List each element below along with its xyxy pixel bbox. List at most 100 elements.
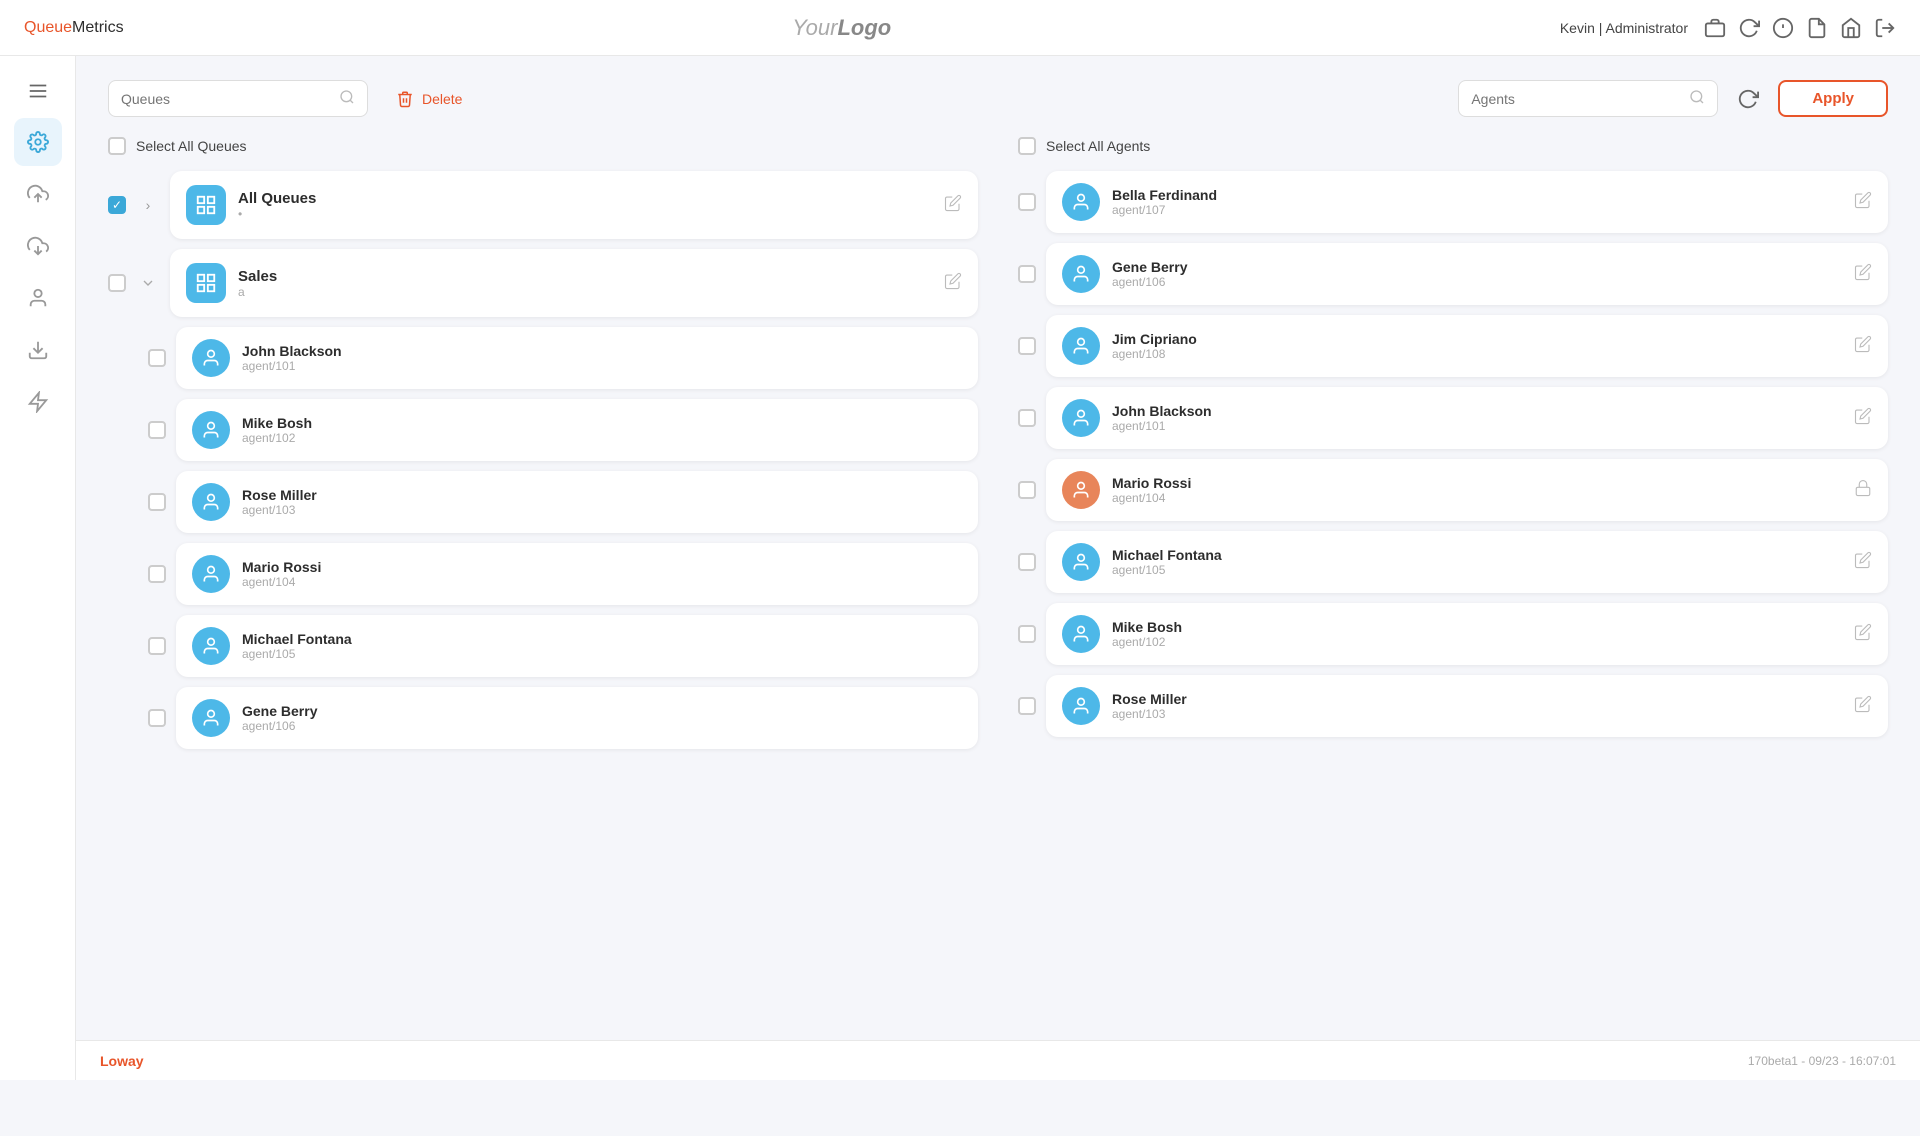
refresh-button[interactable] [1730,81,1766,117]
agent-102-name: Mike Bosh [1112,619,1842,635]
agent-102-checkbox[interactable] [1018,625,1036,643]
sales-agent-102-name: Mike Bosh [242,415,962,431]
all-queues-info: All Queues • [238,190,932,221]
sales-agent-102-avatar [192,411,230,449]
agent-101-card: John Blackson agent/101 [1046,387,1888,449]
home-icon[interactable] [1840,17,1862,39]
agent-107-edit-icon[interactable] [1854,191,1872,214]
agent-101-edit-icon[interactable] [1854,407,1872,430]
agent-row-102: Mike Bosh agent/102 [1018,603,1888,665]
sales-agent-101-checkbox[interactable] [148,349,166,367]
sales-agent-105-card: Michael Fontana agent/105 [176,615,978,677]
agent-101-info: John Blackson agent/101 [1112,403,1842,433]
sales-row: Sales a [108,249,978,317]
all-queues-expand[interactable]: › [136,193,160,217]
agents-search-input[interactable] [1471,91,1681,107]
center-logo: YourLogo [792,15,891,41]
agent-102-edit-icon[interactable] [1854,623,1872,646]
agent-106-checkbox[interactable] [1018,265,1036,283]
hamburger-button[interactable] [0,68,75,114]
agents-search-box[interactable] [1458,80,1718,117]
sales-expand[interactable] [136,271,160,295]
sidebar-item-export[interactable] [14,326,62,374]
sidebar-item-download[interactable] [14,222,62,270]
agent-106-avatar [1062,255,1100,293]
agent-107-info: Bella Ferdinand agent/107 [1112,187,1842,217]
sidebar-item-user[interactable] [14,274,62,322]
agent-104-lock-icon[interactable] [1854,479,1872,502]
select-all-agents-checkbox[interactable] [1018,137,1036,155]
agent-102-card: Mike Bosh agent/102 [1046,603,1888,665]
user-info: Kevin | Administrator [1560,20,1688,36]
footer-logo: Loway [100,1053,144,1069]
sales-agent-104-card: Mario Rossi agent/104 [176,543,978,605]
agent-104-checkbox[interactable] [1018,481,1036,499]
sales-agent-104-id: agent/104 [242,575,962,589]
sales-agent-105-checkbox[interactable] [148,637,166,655]
agent-106-card: Gene Berry agent/106 [1046,243,1888,305]
sidebar-item-gear[interactable] [14,118,62,166]
agent-row-103: Rose Miller agent/103 [1018,675,1888,737]
sales-agent-101-card: John Blackson agent/101 [176,327,978,389]
agent-101-checkbox[interactable] [1018,409,1036,427]
agent-103-card: Rose Miller agent/103 [1046,675,1888,737]
select-all-queues-checkbox[interactable] [108,137,126,155]
sales-agent-106-info: Gene Berry agent/106 [242,703,962,733]
agent-107-checkbox[interactable] [1018,193,1036,211]
agent-106-name: Gene Berry [1112,259,1842,275]
queues-search-box[interactable] [108,80,368,117]
agent-103-checkbox[interactable] [1018,697,1036,715]
agent-101-id: agent/101 [1112,419,1842,433]
agent-103-edit-icon[interactable] [1854,695,1872,718]
agent-106-info: Gene Berry agent/106 [1112,259,1842,289]
agent-103-info: Rose Miller agent/103 [1112,691,1842,721]
sales-agent-105-avatar [192,627,230,665]
sales-agent-106-checkbox[interactable] [148,709,166,727]
queues-search-icon [339,89,355,108]
sales-checkbox[interactable] [108,274,126,292]
agent-105-info: Michael Fontana agent/105 [1112,547,1842,577]
agent-row-104: Mario Rossi agent/104 [1018,459,1888,521]
sales-agent-104-avatar [192,555,230,593]
refresh-icon[interactable] [1738,17,1760,39]
logout-icon[interactable] [1874,17,1896,39]
sales-agent-102-id: agent/102 [242,431,962,445]
agent-105-edit-icon[interactable] [1854,551,1872,574]
sales-agent-101-name: John Blackson [242,343,962,359]
agent-107-name: Bella Ferdinand [1112,187,1842,203]
sales-agent-row: Michael Fontana agent/105 [148,615,978,677]
all-queues-checkbox[interactable]: ✓ [108,196,126,214]
sales-agent-103-checkbox[interactable] [148,493,166,511]
agent-108-edit-icon[interactable] [1854,335,1872,358]
content-grid: Select All Queues ✓ › All Queues • [108,137,1888,759]
all-queues-edit-icon[interactable] [944,194,962,217]
toolbar-right: Apply [1458,80,1888,117]
agent-row-105: Michael Fontana agent/105 [1018,531,1888,593]
agent-105-checkbox[interactable] [1018,553,1036,571]
header: QueueMetrics YourLogo Kevin | Administra… [0,0,1920,56]
briefcase-icon[interactable] [1704,17,1726,39]
sales-edit-icon[interactable] [944,272,962,295]
sales-sub: a [238,285,932,299]
agent-104-id: agent/104 [1112,491,1842,505]
sales-agent-102-checkbox[interactable] [148,421,166,439]
sales-agent-104-checkbox[interactable] [148,565,166,583]
info-icon[interactable] [1772,17,1794,39]
sales-agent-101-avatar [192,339,230,377]
sidebar-item-lightning[interactable] [14,378,62,426]
apply-button[interactable]: Apply [1778,80,1888,117]
agent-108-name: Jim Cipriano [1112,331,1842,347]
sidebar-item-upload[interactable] [14,170,62,218]
main-content: Delete Apply Select All Queues [76,56,1920,1040]
queues-search-input[interactable] [121,91,331,107]
file-icon[interactable] [1806,17,1828,39]
agent-105-avatar [1062,543,1100,581]
delete-button[interactable]: Delete [384,82,474,116]
agent-106-edit-icon[interactable] [1854,263,1872,286]
agent-106-id: agent/106 [1112,275,1842,289]
agent-107-avatar [1062,183,1100,221]
agent-108-checkbox[interactable] [1018,337,1036,355]
sales-name: Sales [238,268,932,285]
sales-agent-106-card: Gene Berry agent/106 [176,687,978,749]
agent-108-card: Jim Cipriano agent/108 [1046,315,1888,377]
